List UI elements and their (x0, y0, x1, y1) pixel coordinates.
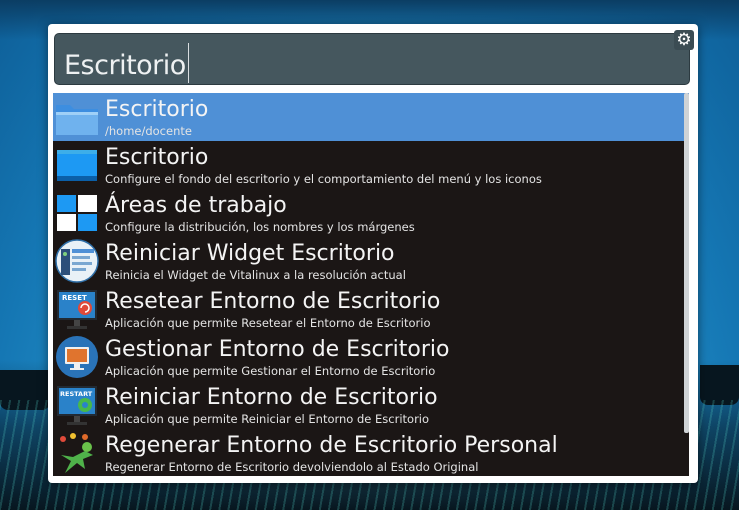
search-input-value: Escritorio (64, 50, 186, 81)
result-item[interactable]: Regenerar Entorno de Escritorio Personal… (53, 429, 689, 476)
result-item[interactable]: RESET Resetear Entorno de Escritorio Apl… (53, 285, 689, 333)
result-item[interactable]: Escritorio Configure el fondo del escrit… (53, 141, 689, 189)
result-title: Áreas de trabajo (105, 193, 287, 218)
results-scrollbar[interactable] (684, 93, 689, 433)
result-title: Escritorio (105, 145, 209, 170)
restart-badge-text: RESTART (60, 390, 93, 398)
result-item[interactable]: Gestionar Entorno de Escritorio Aplicaci… (53, 333, 689, 381)
results-list: Escritorio /home/docente Escritorio Conf… (53, 93, 689, 476)
result-subtitle: Configure el fondo del escritorio y el c… (105, 172, 542, 186)
krunner-window: Escritorio ⚙ Escritorio /home/docente Es… (48, 24, 698, 483)
gear-icon[interactable]: ⚙ (674, 30, 694, 50)
result-item[interactable]: Áreas de trabajo Configure la distribuci… (53, 189, 689, 237)
manage-desktop-icon (56, 336, 98, 378)
result-subtitle: Aplicación que permite Resetear el Entor… (105, 316, 431, 330)
result-title: Reiniciar Entorno de Escritorio (105, 385, 438, 410)
result-subtitle: Reinicia el Widget de Vitalinux a la res… (105, 268, 406, 282)
result-subtitle: Aplicación que permite Reiniciar el Ento… (105, 412, 430, 426)
desktop-settings-icon (57, 150, 97, 181)
result-subtitle: Aplicación que permite Gestionar el Ento… (105, 364, 436, 378)
restart-monitor-icon: RESTART (57, 386, 97, 425)
widget-icon (55, 239, 99, 283)
workspaces-icon (57, 195, 97, 231)
reset-badge-text: RESET (62, 294, 87, 302)
result-item[interactable]: Reiniciar Widget Escritorio Reinicia el … (53, 237, 689, 285)
search-input[interactable]: Escritorio (64, 43, 189, 83)
result-title: Resetear Entorno de Escritorio (105, 289, 441, 314)
result-title: Escritorio (105, 97, 209, 122)
result-item[interactable]: RESTART Reiniciar Entorno de Escritorio … (53, 381, 689, 429)
result-title: Reiniciar Widget Escritorio (105, 241, 395, 266)
search-field[interactable]: Escritorio (54, 33, 690, 85)
text-caret (187, 43, 189, 83)
regenerate-figure-icon (60, 433, 93, 473)
result-subtitle: Regenerar Entorno de Escritorio devolvie… (105, 460, 479, 474)
result-title: Gestionar Entorno de Escritorio (105, 337, 450, 362)
result-subtitle: /home/docente (105, 124, 192, 138)
result-item[interactable]: Escritorio /home/docente (53, 93, 689, 141)
result-subtitle: Configure la distribución, los nombres y… (105, 220, 415, 234)
result-title: Regenerar Entorno de Escritorio Personal (105, 433, 558, 458)
reset-monitor-icon: RESET (57, 290, 97, 329)
wallpaper-drip (700, 365, 739, 405)
folder-icon (56, 105, 98, 135)
